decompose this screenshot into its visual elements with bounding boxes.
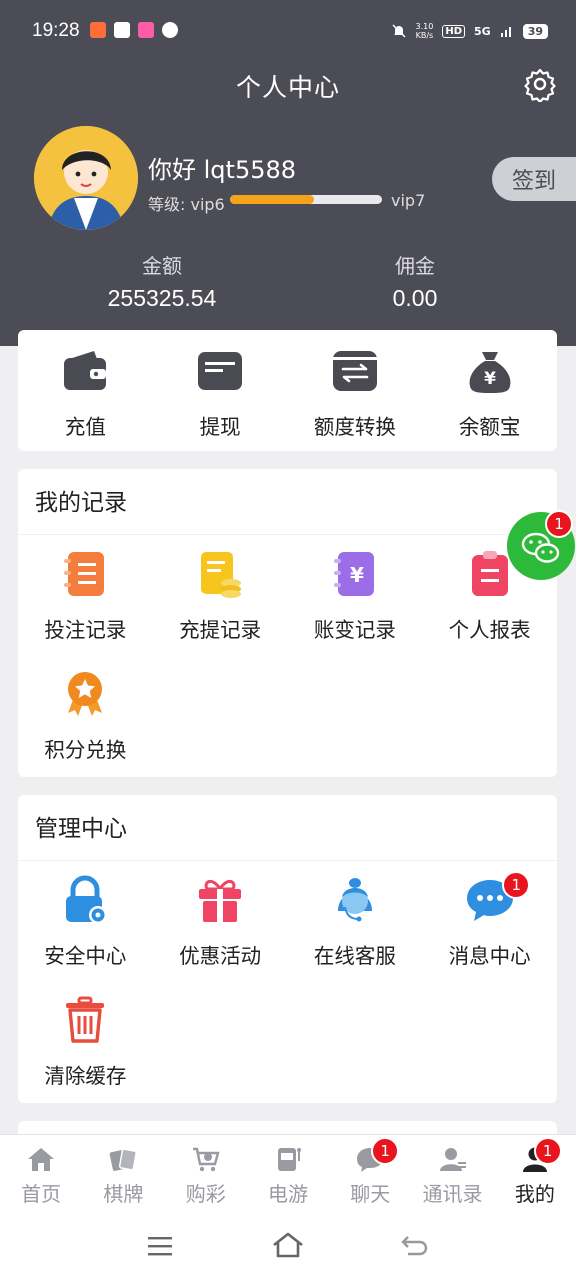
contacts-icon	[439, 1148, 466, 1171]
lottery-cart-icon	[192, 1147, 220, 1172]
medal-icon	[68, 672, 103, 716]
level-progress-bar	[230, 195, 382, 204]
wechat-float-button[interactable]: 1	[507, 510, 575, 580]
gift-icon	[199, 880, 242, 922]
profile-badge: 1	[533, 1137, 562, 1165]
trash-icon	[66, 996, 105, 1043]
system-nav-bar	[0, 1210, 576, 1280]
message-badge: 1	[502, 871, 531, 899]
promotions-button[interactable]: 优惠活动	[153, 875, 288, 995]
card-icon	[198, 352, 243, 390]
management-card: 管理中心 安全中心 优惠活动 在线客服 消息中心 1 清除缓存	[18, 795, 557, 1103]
back-icon[interactable]	[400, 1232, 430, 1258]
balance-block: 金额 255325.54	[62, 250, 262, 312]
tab-lottery[interactable]: 购彩	[165, 1135, 247, 1210]
commission-block: 佣金 0.00	[315, 250, 515, 312]
hd-icon: HD	[442, 24, 465, 38]
tab-egames[interactable]: 电游	[247, 1135, 329, 1210]
svg-text:¥: ¥	[350, 563, 364, 587]
gear-icon[interactable]	[522, 66, 558, 102]
account-change-button[interactable]: ¥ 账变记录	[288, 549, 423, 669]
support-agent-icon	[337, 878, 372, 922]
menu-icon[interactable]	[146, 1234, 174, 1258]
deposit-record-icon	[201, 552, 242, 598]
money-bag-icon: ¥	[469, 352, 511, 393]
slot-machine-icon	[277, 1148, 301, 1171]
signal-icon	[500, 27, 511, 37]
avatar[interactable]	[34, 126, 138, 230]
location-pin-icon	[162, 22, 178, 38]
wallet-icon	[64, 351, 107, 390]
svg-text:¥: ¥	[484, 369, 496, 389]
deposit-record-button[interactable]: 充提记录	[153, 549, 288, 669]
status-indicators: 3.10 KB/s HD 5G 39	[391, 22, 548, 40]
battery-icon: 39	[522, 23, 548, 39]
points-exchange-button[interactable]: 积分兑换	[18, 669, 153, 789]
bottom-tab-bar: 首页 棋牌 购彩 电游 聊天 1 通讯录 我的 1	[0, 1134, 576, 1210]
signin-button[interactable]: 签到	[492, 157, 576, 201]
tab-contacts[interactable]: 通讯录	[411, 1135, 493, 1210]
commission-label: 佣金	[395, 254, 435, 278]
net-speed: 3.10 KB/s	[415, 22, 434, 40]
records-title: 我的记录	[18, 469, 557, 535]
cards-icon	[110, 1148, 138, 1171]
bet-record-icon	[64, 552, 105, 596]
level-progress-fill	[230, 195, 314, 204]
app-notification-icon	[114, 22, 130, 38]
status-bar: 19:28 3.10 KB/s HD 5G 39	[0, 0, 576, 64]
signal-label: 5G	[474, 24, 491, 38]
chat-badge: 1	[371, 1137, 400, 1165]
management-title: 管理中心	[18, 795, 557, 861]
level-label: 等级: vip6	[148, 195, 225, 214]
home-nav-icon[interactable]	[271, 1230, 305, 1260]
greeting: 你好 lqt5588	[148, 156, 297, 184]
lock-icon	[66, 875, 108, 924]
app-notification-icon	[90, 22, 106, 38]
balance-label: 金额	[142, 254, 182, 278]
withdraw-button[interactable]: 提现	[153, 330, 288, 450]
tab-profile[interactable]: 我的 1	[494, 1135, 576, 1210]
transfer-icon	[332, 351, 377, 391]
page-title: 个人中心	[235, 73, 340, 102]
transfer-button[interactable]: 额度转换	[288, 330, 423, 450]
clear-cache-button[interactable]: 清除缓存	[18, 995, 153, 1115]
recharge-button[interactable]: 充值	[18, 330, 153, 450]
wechat-badge: 1	[545, 510, 573, 538]
balance-value: 255325.54	[107, 285, 217, 311]
quick-actions-card: 充值 提现 额度转换 ¥ 余额宝	[18, 330, 557, 451]
app-notification-icon	[138, 22, 154, 38]
status-time: 19:28	[32, 20, 80, 41]
level-next: vip7	[391, 191, 426, 210]
header: 19:28 3.10 KB/s HD 5G 39 个人中心 你好 lqt5588…	[0, 0, 576, 346]
commission-value: 0.00	[392, 285, 438, 311]
avatar-illustration-icon	[34, 126, 138, 230]
tab-chat[interactable]: 聊天 1	[329, 1135, 411, 1210]
account-change-icon: ¥	[333, 552, 374, 596]
yuebao-button[interactable]: ¥ 余额宝	[422, 330, 557, 450]
bet-record-button[interactable]: 投注记录	[18, 549, 153, 669]
tab-cards[interactable]: 棋牌	[82, 1135, 164, 1210]
tab-home[interactable]: 首页	[0, 1135, 82, 1210]
mute-icon	[391, 24, 406, 38]
customer-service-button[interactable]: 在线客服	[288, 875, 423, 995]
home-icon	[28, 1148, 55, 1171]
notification-icons	[90, 22, 178, 38]
message-center-button[interactable]: 消息中心 1	[422, 871, 557, 995]
records-card: 我的记录 投注记录 充提记录 ¥ 账变记录 个人报表 积分兑换	[18, 469, 557, 777]
security-center-button[interactable]: 安全中心	[18, 875, 153, 995]
